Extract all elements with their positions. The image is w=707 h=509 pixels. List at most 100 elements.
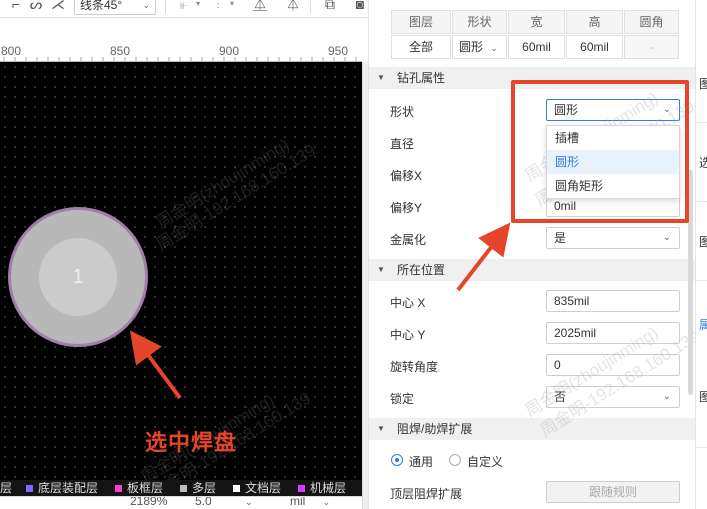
highlight-box [511,80,689,223]
rotation-value: 0 [554,358,561,372]
unit-select[interactable]: mil ⌄ [290,496,331,508]
distribute-dropdown-icon[interactable]: ▾ [224,0,240,13]
grid-size-select[interactable]: 5.0 ⌄ [195,496,253,508]
side-tab-active[interactable]: 属 [696,316,707,336]
line-angle-icon[interactable]: ⋌ [50,0,66,13]
table-cell-shape[interactable]: 圆形 ⌄ [452,35,507,59]
align-dropdown-icon[interactable]: ▾ [190,0,206,13]
unit-value: mil [290,496,306,508]
chevron-down-icon: ⌄ [490,43,498,53]
camera-icon[interactable]: ◙ [352,0,368,13]
center-y-label: 中心 Y [390,328,426,342]
chevron-down-icon: ⌄ [662,232,671,243]
ruler-label: 850 [110,44,131,58]
grid-size-value: 5.0 [195,496,212,508]
collapse-triangle-icon: ▼ [377,265,385,274]
side-tab-label: 图 [699,388,707,405]
top-mask-input: 跟随规则 [546,481,680,503]
rotation-label: 旋转角度 [390,360,439,374]
section-position[interactable]: ▼ 所在位置 [369,259,695,281]
diameter-label: 直径 [390,137,415,151]
copy-icon[interactable]: ⧉ [322,0,338,13]
right-side-tabs: 图 选 图 属 图 [695,0,707,509]
metallized-value: 是 [554,231,567,245]
layer-item[interactable]: 板框层 [115,480,163,496]
top-mask-value: 跟随规则 [588,485,637,499]
properties-panel: 图层 形状 宽 高 圆角 全部 圆形 ⌄ 60mil 60mil - ▼ 钻孔属… [368,0,695,509]
layer-label: 板框层 [127,481,164,495]
table-header: 高 [566,10,623,34]
side-tab-label: 选 [699,154,707,171]
zoom-level: 2189% [130,496,168,508]
layer-item[interactable]: 文档层 [233,480,281,496]
path-tool-icon[interactable]: ᔕ [28,0,44,13]
center-x-input[interactable]: 835mil [546,290,680,312]
toolbar: ⌐ ᔕ ⋌ 线条45° ⌄ ⫦ ▾ ⫶ ▾ ⏅ ⏄ ⧉ ◙ ⚙ [0,0,390,18]
pad-number: 1 [72,266,84,288]
flip-horizontal-icon[interactable]: ⏅ [252,0,268,13]
ruler-label: 800 [1,44,22,58]
table-header: 图层 [391,10,451,34]
layer-label: 机械层 [310,481,347,495]
table-cell-radius: - [624,35,679,59]
collapse-triangle-icon: ▼ [377,424,385,433]
side-tab-label: 属 [699,318,707,332]
layer-item[interactable]: 底层装配层 [26,480,98,496]
side-tab[interactable]: 图 [696,45,707,123]
toolbar-divider [165,0,166,14]
layer-label: 多层 [192,481,217,495]
wire-tool-icon[interactable]: ⌐ [8,0,24,13]
offset-y-label: 偏移Y [390,201,423,215]
line-style-value: 线条45° [80,0,123,12]
table-cell-height[interactable]: 60mil [566,35,623,59]
table-header: 宽 [508,10,565,34]
chevron-down-icon: ⌄ [142,0,150,10]
radio-custom[interactable] [449,454,461,466]
table-header: 圆角 [624,10,679,34]
chevron-down-icon: ⌄ [245,497,253,507]
table-header: 形状 [452,10,507,34]
status-bar: 2189% 5.0 ⌄ mil ⌄ [0,496,362,509]
side-tab[interactable]: 选 [696,124,707,202]
layer-color-swatch [180,485,187,492]
side-tab[interactable]: 图 [696,370,707,448]
section-title: 阻焊/助焊扩展 [397,422,473,436]
side-tab[interactable]: 图 [696,203,707,281]
layer-label: 文档层 [245,481,282,495]
ruler-ticks [3,57,357,61]
collapse-triangle-icon: ▼ [377,73,385,82]
side-tab-label: 图 [699,75,707,92]
layer-item[interactable]: 层 [0,480,12,496]
flip-vertical-icon[interactable]: ⏄ [285,0,301,13]
pcb-canvas[interactable]: 周金明(zhoujinming) 周金明-192.168.160.139 周金明… [0,62,362,480]
layer-color-swatch [26,485,33,492]
radio-general-label: 通用 [409,455,434,469]
center-x-label: 中心 X [390,296,426,310]
layer-label: 底层装配层 [38,481,99,495]
layer-color-swatch [298,485,305,492]
layer-bar: 层 底层装配层 板框层 多层 文档层 机械层 [0,480,362,496]
line-style-select[interactable]: 线条45° ⌄ [74,0,156,15]
radio-custom-label: 自定义 [467,455,504,469]
section-title: 钻孔属性 [397,71,446,85]
ruler-label: 950 [328,44,349,58]
table-row: 全部 圆形 ⌄ 60mil 60mil - [391,35,679,59]
side-tab-label: 图 [699,233,707,250]
layer-item[interactable]: 多层 [180,480,216,496]
table-cell-layer: 全部 [391,35,451,59]
horizontal-ruler: 800 850 900 950 [0,44,362,62]
layer-color-swatch [233,485,240,492]
layer-item[interactable]: 机械层 [298,480,346,496]
section-title: 所在位置 [397,263,446,277]
chevron-down-icon: ⌄ [322,497,331,507]
table-cell-width[interactable]: 60mil [508,35,565,59]
chevron-down-icon: ⌄ [662,391,671,402]
shape-label: 形状 [390,105,415,119]
top-mask-label: 顶层阻焊扩展 [390,487,463,501]
table-cell-shape-value: 圆形 [459,40,484,54]
radio-general[interactable] [391,454,403,466]
ruler-label: 900 [219,44,240,58]
center-x-value: 835mil [554,294,590,308]
center-y-value: 2025mil [554,326,597,340]
metallized-select[interactable]: 是 ⌄ [546,227,680,249]
